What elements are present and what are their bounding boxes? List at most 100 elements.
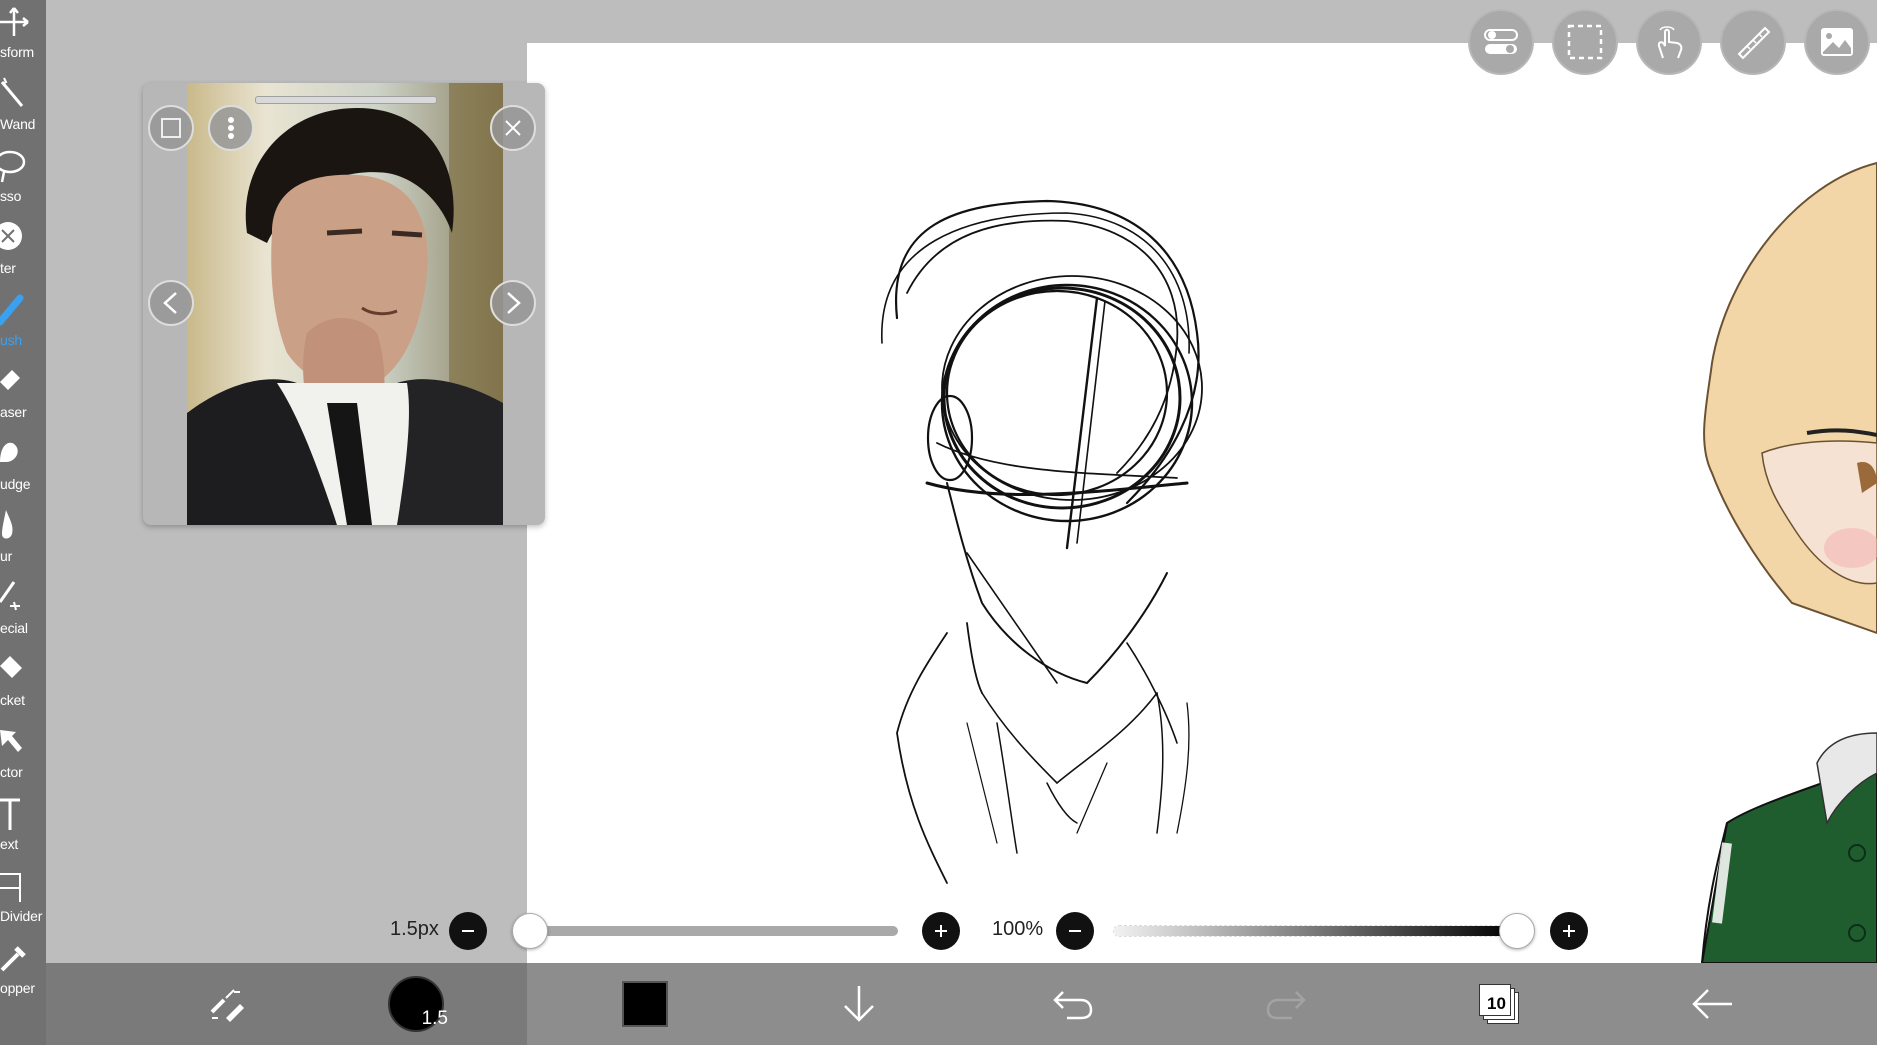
plus-icon <box>1563 925 1575 937</box>
brush-settings-button[interactable] <box>196 963 256 1045</box>
tool-label: cket <box>0 692 25 708</box>
bottom-toolbar: 1.5 10 <box>46 963 1877 1045</box>
tool-filter[interactable]: ter <box>0 216 46 288</box>
tool-label: Divider <box>0 908 43 924</box>
color-button[interactable] <box>615 963 675 1045</box>
tool-label: sso <box>0 188 22 204</box>
tool-eyedropper[interactable]: opper <box>0 936 46 1008</box>
tool-special[interactable]: ecial <box>0 576 46 648</box>
arrow-down-icon <box>844 986 874 1022</box>
minus-icon <box>462 930 474 932</box>
plus-icon <box>935 925 947 937</box>
brush-icon <box>0 292 30 328</box>
character-art <box>1700 161 1877 963</box>
tool-label: Wand <box>0 116 36 132</box>
undo-button[interactable] <box>1043 963 1103 1045</box>
brush-size-value: 1.5px <box>390 918 439 940</box>
opacity-thumb[interactable] <box>1499 913 1535 949</box>
tool-brush[interactable]: ush <box>0 288 46 360</box>
drawing-canvas[interactable] <box>527 43 1877 963</box>
tool-label: ctor <box>0 764 23 780</box>
opacity-decrease-button[interactable] <box>1056 912 1094 950</box>
tool-label: sform <box>0 44 35 60</box>
close-icon <box>505 120 521 136</box>
ruler-icon <box>1737 26 1771 60</box>
tool-smudge[interactable]: udge <box>0 432 46 504</box>
more-vertical-icon <box>228 117 234 139</box>
toggle-icon <box>1484 29 1518 54</box>
blur-icon <box>0 508 30 544</box>
sketch-layer <box>881 161 1877 963</box>
reference-window[interactable] <box>143 83 545 525</box>
tool-label: ur <box>0 548 13 564</box>
close-reference-button[interactable] <box>490 105 536 151</box>
bucket-icon <box>0 652 30 688</box>
tool-label: ecial <box>0 620 28 636</box>
brush-settings-icon <box>210 989 244 1022</box>
tool-label: ext <box>0 836 19 852</box>
chevron-left-icon <box>163 292 177 314</box>
square-icon <box>161 118 181 138</box>
lasso-icon <box>0 148 30 184</box>
download-button[interactable] <box>829 963 889 1045</box>
tool-selector[interactable]: ctor <box>0 720 46 792</box>
brush-size-icon: 1.5 <box>388 976 448 1032</box>
arrow-left-icon <box>1692 989 1732 1019</box>
brush-size-increase-button[interactable] <box>922 912 960 950</box>
touch-button[interactable] <box>1636 9 1702 75</box>
redo-icon <box>1266 991 1306 1020</box>
brush-size-thumb[interactable] <box>512 913 548 949</box>
selector-icon <box>0 724 30 760</box>
tool-frame-divider[interactable]: Divider <box>0 864 46 936</box>
layers-count: 10 <box>1487 994 1506 1013</box>
eraser-icon <box>0 364 30 400</box>
minus-icon <box>1069 930 1081 932</box>
tool-bucket[interactable]: cket <box>0 648 46 720</box>
material-icon <box>1821 28 1853 56</box>
next-image-button[interactable] <box>490 280 536 326</box>
eyedropper-icon <box>0 940 30 976</box>
ruler-button[interactable] <box>1720 9 1786 75</box>
color-swatch <box>622 981 668 1027</box>
tool-blur[interactable]: ur <box>0 504 46 576</box>
tool-sidebar: sform Wand sso ter ush aser udge ur ecial cket ct… <box>0 0 46 1045</box>
selection-icon <box>1567 24 1603 60</box>
opacity-value: 100% <box>992 918 1044 940</box>
tool-label: udge <box>0 476 31 492</box>
brush-size-decrease-button[interactable] <box>449 912 487 950</box>
special-icon <box>0 580 30 616</box>
bottom-toolbar-left-panel <box>46 963 527 1045</box>
magic-wand-icon <box>0 76 30 112</box>
opacity-track[interactable] <box>1113 925 1515 937</box>
brush-size-track[interactable] <box>512 926 898 936</box>
selection-button[interactable] <box>1552 9 1618 75</box>
previous-image-button[interactable] <box>148 280 194 326</box>
brush-size-button[interactable]: 1.5 <box>386 963 448 1045</box>
more-options-button[interactable] <box>208 105 254 151</box>
fullscreen-button[interactable] <box>148 105 194 151</box>
tool-label: ter <box>0 260 16 276</box>
undo-icon <box>1053 991 1093 1020</box>
frame-divider-icon <box>0 868 30 904</box>
text-icon <box>0 796 30 832</box>
brush-size-badge: 1.5 <box>421 1008 448 1029</box>
tool-eraser[interactable]: aser <box>0 360 46 432</box>
tool-label: aser <box>0 404 27 420</box>
tool-label: opper <box>0 980 35 996</box>
opacity-increase-button[interactable] <box>1550 912 1588 950</box>
back-button[interactable] <box>1682 963 1742 1045</box>
redo-button[interactable] <box>1256 963 1316 1045</box>
tool-magic-wand[interactable]: Wand <box>0 72 46 144</box>
smudge-icon <box>0 436 30 472</box>
tool-label: ush <box>0 332 22 348</box>
drag-handle[interactable] <box>255 96 437 104</box>
filter-icon <box>0 220 30 256</box>
layers-button[interactable]: 10 <box>1469 963 1529 1045</box>
tool-lasso[interactable]: sso <box>0 144 46 216</box>
toggle-button[interactable] <box>1468 9 1534 75</box>
transform-icon <box>0 4 30 40</box>
tool-transform[interactable]: sform <box>0 0 46 72</box>
tool-text[interactable]: ext <box>0 792 46 864</box>
material-button[interactable] <box>1804 9 1870 75</box>
chevron-right-icon <box>507 292 521 314</box>
